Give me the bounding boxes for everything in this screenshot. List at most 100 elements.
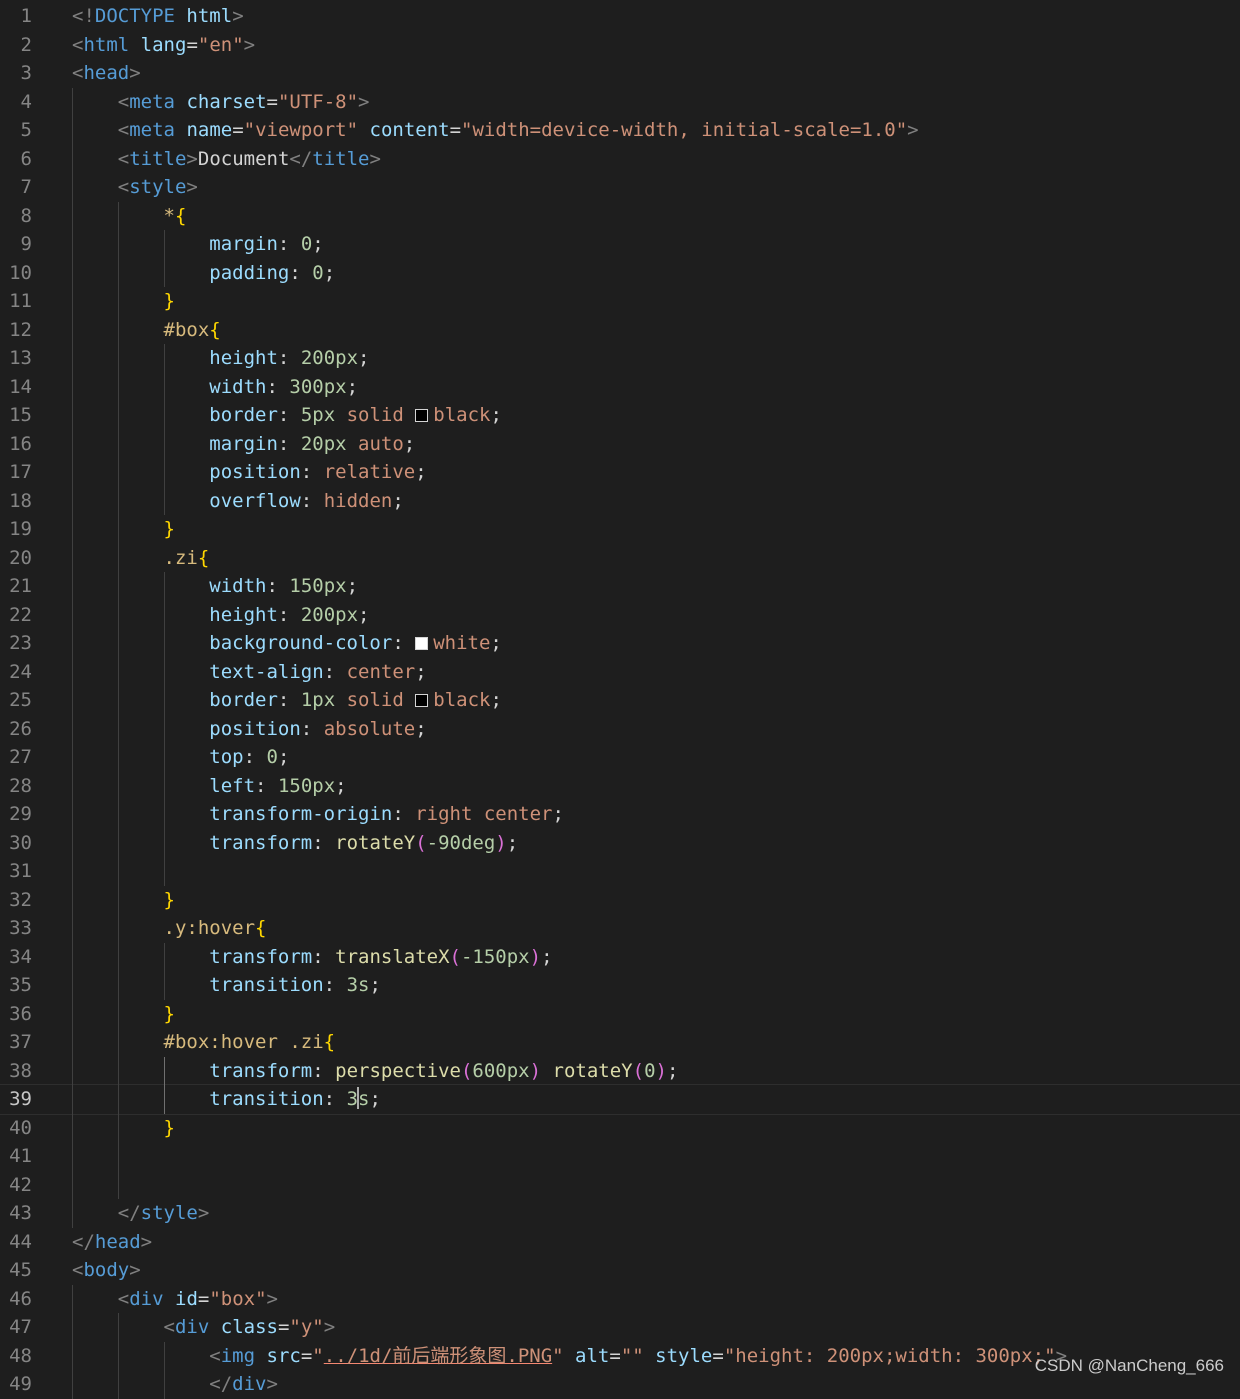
code-line[interactable]: 2 <html lang="en"> (0, 31, 1240, 60)
code-token: { (197, 546, 210, 569)
code-line[interactable]: 13 height: 200px; (0, 344, 1240, 373)
code-token: margin (209, 233, 278, 255)
code-line[interactable]: 17 position: relative; (0, 458, 1240, 487)
line-number: 43 (9, 1202, 32, 1224)
code-line[interactable]: 45 <body> (0, 1256, 1240, 1285)
code-line[interactable]: 35 transition: 3s; (0, 971, 1240, 1000)
code-token: ; (335, 774, 347, 797)
code-line[interactable]: 9 margin: 0; (0, 230, 1240, 259)
code-token: ) (529, 945, 542, 968)
code-line[interactable]: 32 } (0, 886, 1240, 915)
code-token: 20px (300, 432, 347, 455)
code-token: #box (163, 318, 210, 341)
code-token: = (300, 1344, 313, 1367)
code-line[interactable]: 8 *{ (0, 202, 1240, 231)
color-swatch-icon[interactable] (415, 637, 429, 650)
code-token: * (163, 204, 175, 227)
line-number: 24 (9, 660, 32, 683)
code-text: </style> (72, 1199, 210, 1228)
code-line[interactable]: 14 width: 300px; (0, 373, 1240, 402)
code-token: <! (72, 5, 95, 27)
code-line[interactable]: 21 width: 150px; (0, 572, 1240, 601)
code-line[interactable]: 11 } (0, 287, 1240, 316)
code-line[interactable]: 37 #box:hover .zi{ (0, 1028, 1240, 1057)
code-line[interactable]: 26 position: absolute; (0, 715, 1240, 744)
code-line[interactable]: 34 transform: translateX(-150px); (0, 943, 1240, 972)
code-token: text-align (209, 660, 324, 683)
code-token: : (289, 261, 313, 284)
code-line[interactable]: 38 transform: perspective(600px) rotateY… (0, 1057, 1240, 1086)
code-token: black (433, 404, 491, 426)
color-swatch-icon[interactable] (415, 694, 429, 707)
code-line[interactable]: 28 left: 150px; (0, 772, 1240, 801)
code-line[interactable]: 23 background-color: white; (0, 629, 1240, 658)
code-line[interactable]: 47 <div class="y"> (0, 1313, 1240, 1342)
code-token: lang (140, 33, 187, 56)
code-line[interactable]: 20 .zi{ (0, 544, 1240, 573)
code-line[interactable]: 25 border: 1px solid black; (0, 686, 1240, 715)
code-line[interactable]: 42 (0, 1171, 1240, 1200)
code-line[interactable]: 16 margin: 20px auto; (0, 430, 1240, 459)
code-line[interactable]: 19 } (0, 515, 1240, 544)
code-token: ; (369, 1088, 381, 1110)
line-number: 39 (9, 1088, 32, 1110)
code-line[interactable]: 4 <meta charset="UTF-8"> (0, 88, 1240, 117)
code-token: .zi (163, 546, 198, 569)
line-number: 31 (9, 860, 32, 882)
code-token: ; (346, 375, 359, 398)
code-line[interactable]: 18 overflow: hidden; (0, 487, 1240, 516)
code-line[interactable]: 15 border: 5px solid black; (0, 401, 1240, 430)
code-token: ; (490, 404, 502, 426)
code-line[interactable]: 44 </head> (0, 1228, 1240, 1257)
code-token: 200px (300, 603, 359, 626)
color-swatch-icon[interactable] (415, 409, 429, 422)
code-line[interactable]: 39 transition: 3s; (0, 1084, 1240, 1115)
code-line[interactable]: 3 <head> (0, 59, 1240, 88)
code-token: > (129, 1259, 141, 1281)
code-editor[interactable]: 1 <!DOCTYPE html> 2 <html lang="en"> 3 <head>… (0, 0, 1240, 1399)
code-line[interactable]: 22 height: 200px; (0, 601, 1240, 630)
code-line[interactable]: 29 transform-origin: right center; (0, 800, 1240, 829)
code-line[interactable]: 46 <div id="box"> (0, 1285, 1240, 1314)
code-line[interactable]: 36 } (0, 1000, 1240, 1029)
code-text: left: 150px; (72, 772, 347, 801)
code-text: <div id="box"> (72, 1285, 278, 1314)
code-token: transition (209, 1088, 324, 1110)
code-token: center (346, 660, 416, 683)
code-token: meta (129, 119, 175, 141)
code-token: "en" (197, 33, 244, 56)
code-token: ; (403, 432, 416, 455)
code-line[interactable]: 30 transform: rotateY(-90deg); (0, 829, 1240, 858)
code-line[interactable]: 24 text-align: center; (0, 658, 1240, 687)
code-token: { (174, 204, 187, 227)
code-line[interactable]: 12 #box{ (0, 316, 1240, 345)
code-line[interactable]: 1 <!DOCTYPE html> (0, 2, 1240, 31)
code-token: > (186, 147, 198, 170)
code-token: ; (415, 660, 427, 683)
code-token: } (163, 518, 175, 540)
code-line[interactable]: 43 </style> (0, 1199, 1240, 1228)
code-line[interactable]: 31 (0, 857, 1240, 886)
code-line[interactable]: 7 <style> (0, 173, 1240, 202)
line-number: 17 (9, 461, 32, 483)
code-line[interactable]: 40 } (0, 1114, 1240, 1143)
code-text: <div class="y"> (72, 1313, 336, 1342)
code-line[interactable]: 6 <title>Document</title> (0, 145, 1240, 174)
code-line[interactable]: 5 <meta name="viewport" content="width=d… (0, 116, 1240, 145)
code-token: = (712, 1344, 724, 1367)
code-token: relative (323, 461, 416, 483)
code-token: 0 (300, 233, 313, 255)
code-token: : (277, 432, 301, 455)
code-text: <!DOCTYPE html> (72, 2, 244, 31)
code-line[interactable]: 41 (0, 1142, 1240, 1171)
code-token: top (209, 746, 244, 768)
code-token: < (72, 33, 84, 56)
code-line[interactable]: 33 .y:hover{ (0, 914, 1240, 943)
code-token: translateX (335, 945, 450, 968)
code-line[interactable]: 10 padding: 0; (0, 259, 1240, 288)
code-token: s (358, 1088, 370, 1110)
code-line[interactable]: 27 top: 0; (0, 743, 1240, 772)
